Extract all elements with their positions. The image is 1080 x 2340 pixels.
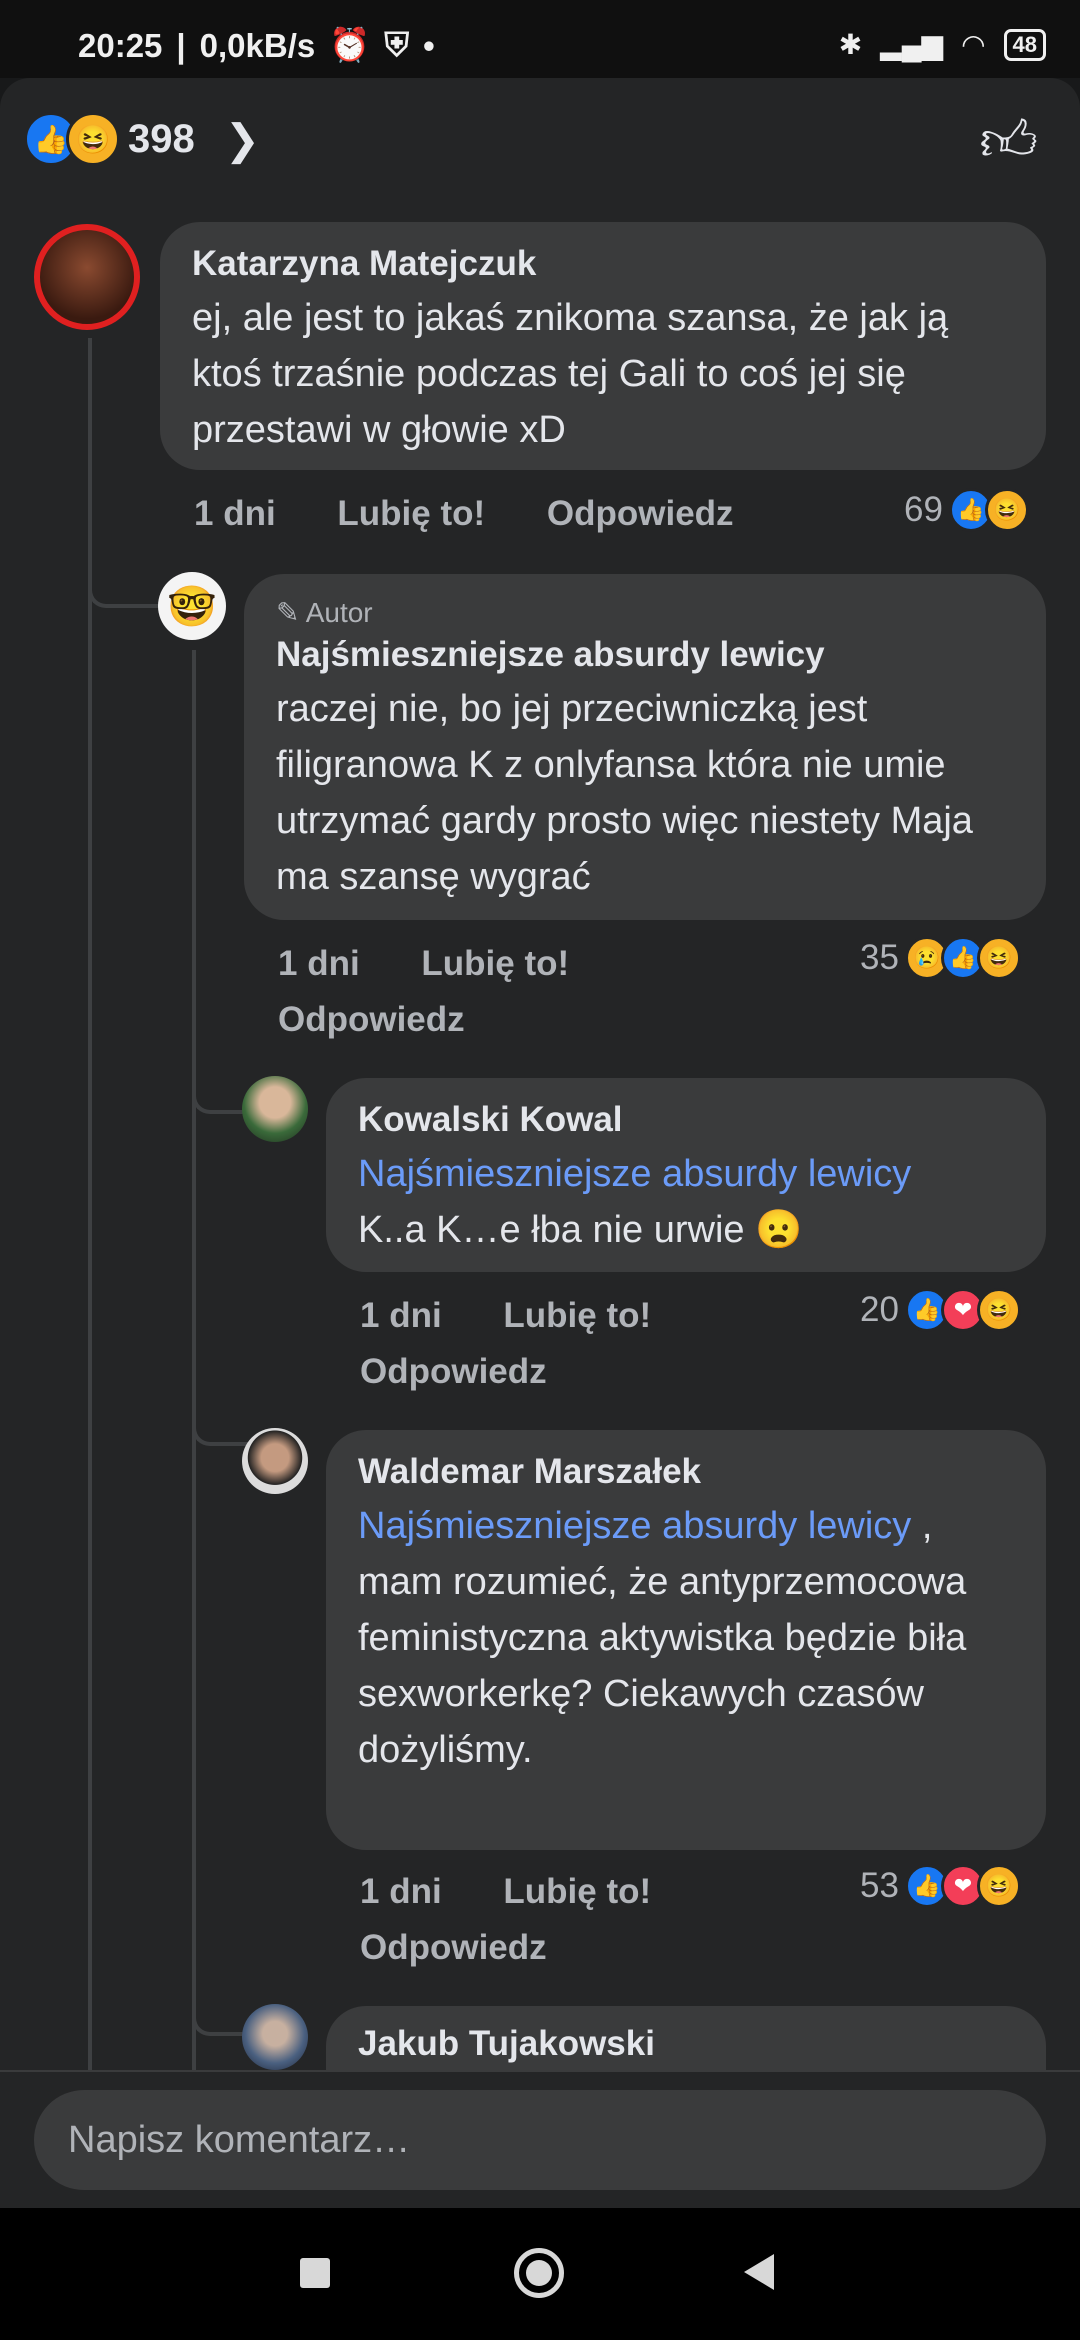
reaction-count: 69 (904, 490, 943, 529)
battery-indicator: 48 (1003, 28, 1046, 61)
comment-input[interactable] (34, 2090, 1046, 2190)
home-button[interactable] (514, 2248, 564, 2298)
signal-icon: ▂▄▆ (880, 29, 944, 60)
comment-time[interactable]: 1 dni (278, 944, 360, 983)
comment-author[interactable]: Jakub Tujakowski (358, 2024, 1014, 2064)
comment-time[interactable]: 1 dni (360, 1296, 442, 1335)
avatar[interactable] (34, 224, 140, 330)
comment-author[interactable]: Waldemar Marszałek (358, 1452, 1014, 1492)
thread-connector (192, 1402, 248, 1446)
chevron-right-icon: ❯ (224, 115, 260, 163)
comment-reactions[interactable]: 35 😢 👍 😆 (860, 936, 1021, 980)
like-button[interactable]: Lubię to! (503, 1872, 651, 1911)
avatar[interactable]: 🤓 (158, 572, 226, 640)
avatar[interactable] (242, 2004, 308, 2070)
shield-icon: ⛨ (384, 26, 410, 63)
comment-text: ej, ale jest to jakaś znikoma szansa, że… (192, 297, 949, 451)
comment-author[interactable]: Najśmieszniejsze absurdy lewicy (276, 635, 1014, 675)
haha-reaction-icon: 😆 (984, 488, 1029, 532)
mention-link[interactable]: Najśmieszniejsze absurdy lewicy (358, 1146, 1014, 1202)
like-button[interactable]: Lubię to! (421, 944, 569, 983)
reaction-count: 398 (128, 116, 195, 161)
comment-text: raczej nie, bo jej przeciwniczką jest fi… (276, 688, 973, 898)
comment-actions: 1 dni Lubię to! (278, 944, 621, 984)
comment-bubble: Jakub Tujakowski (326, 2006, 1046, 2070)
comment-actions: 1 dni Lubię to! (360, 1872, 703, 1912)
comment-actions: 1 dni Lubię to! Odpowiedz (194, 494, 786, 534)
reply-button[interactable]: Odpowiedz (278, 1000, 465, 1039)
reply-button[interactable]: Odpowiedz (360, 1928, 547, 1967)
reaction-count: 53 (860, 1866, 899, 1905)
comment-bubble: Kowalski Kowal Najśmieszniejsze absurdy … (326, 1078, 1046, 1272)
alarm-icon: ⏰ (329, 26, 371, 63)
comment-input-bar (0, 2070, 1080, 2210)
comment-time[interactable]: 1 dni (360, 1872, 442, 1911)
thread-connector (192, 1070, 248, 1114)
comment-actions: 1 dni Lubię to! (360, 1296, 703, 1336)
author-badge: Autor (305, 597, 373, 628)
pencil-icon: ✎ (276, 597, 300, 628)
reaction-count: 35 (860, 938, 899, 977)
comment-reactions[interactable]: 20 👍 ❤ 😆 (860, 1288, 1021, 1332)
comment-bubble: Waldemar Marszałek Najśmieszniejsze absu… (326, 1430, 1046, 1850)
comment-author[interactable]: Katarzyna Matejczuk (192, 244, 1014, 284)
status-bar: 20:25 | 0,0kB/s ⏰ ⛨ • ✱ ▂▄▆ ◠ 48 (0, 0, 1080, 78)
thread-connector (88, 560, 162, 608)
reactions-summary[interactable]: 👍 😆 398 ❯ (24, 112, 260, 166)
status-time: 20:25 (78, 26, 163, 64)
comment-time[interactable]: 1 dni (194, 494, 276, 533)
status-speed: 0,0kB/s (199, 26, 316, 64)
avatar[interactable] (242, 1428, 308, 1494)
haha-reaction-icon: 😆 (66, 112, 120, 166)
reply-button[interactable]: Odpowiedz (360, 1352, 547, 1391)
home-icon (526, 2260, 552, 2286)
dot-icon: • (423, 26, 435, 64)
haha-reaction-icon: 😆 (976, 936, 1021, 980)
back-button[interactable] (744, 2254, 774, 2290)
reply-button[interactable]: Odpowiedz (547, 494, 734, 533)
comment-bubble: Katarzyna Matejczuk ej, ale jest to jaka… (160, 222, 1046, 470)
like-post-button[interactable]: 👍︎ (979, 108, 1038, 176)
avatar[interactable] (242, 1076, 308, 1142)
comment-text: K..a K…e łba nie urwie 😦 (358, 1209, 803, 1251)
recents-button[interactable] (300, 2258, 330, 2288)
thread-line (192, 650, 196, 2070)
like-button[interactable]: Lubię to! (503, 1296, 651, 1335)
mention-link[interactable]: Najśmieszniejsze absurdy lewicy (358, 1505, 911, 1547)
haha-reaction-icon: 😆 (976, 1864, 1021, 1908)
comment-bubble: ✎ Autor Najśmieszniejsze absurdy lewicy … (244, 574, 1046, 920)
wifi-icon: ◠ (961, 29, 986, 60)
bluetooth-icon: ✱ (838, 29, 863, 60)
haha-reaction-icon: 😆 (976, 1288, 1021, 1332)
reaction-count: 20 (860, 1290, 899, 1329)
comment-reactions[interactable]: 69 👍 😆 (904, 488, 1029, 532)
thread-connector (192, 1992, 248, 2036)
comment-reactions[interactable]: 53 👍 ❤ 😆 (860, 1864, 1021, 1908)
comment-author[interactable]: Kowalski Kowal (358, 1100, 1014, 1140)
system-nav-bar (0, 2208, 1080, 2340)
like-button[interactable]: Lubię to! (337, 494, 485, 533)
